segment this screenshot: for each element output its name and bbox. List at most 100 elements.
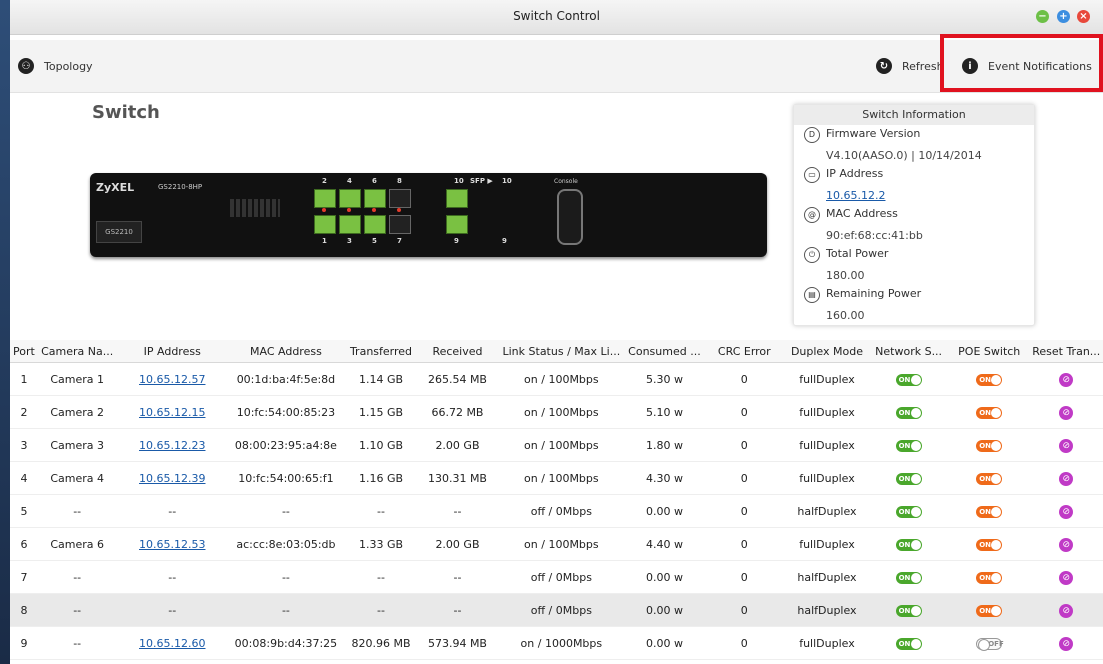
poe-toggle[interactable]: ON (976, 506, 1003, 518)
poe-toggle[interactable]: ON (976, 440, 1003, 452)
poe-toggle[interactable]: ON (976, 407, 1003, 419)
reset-transfer-icon[interactable]: ⊘ (1059, 405, 1074, 420)
ip-link[interactable]: 10.65.12.39 (139, 472, 205, 485)
ip-link[interactable]: 10.65.12.15 (139, 406, 205, 419)
ip-link[interactable]: 10.65.12.23 (139, 439, 205, 452)
column-header[interactable]: Consumed ... (625, 340, 703, 363)
cell-reset: ⊘ (1029, 527, 1103, 561)
table-row[interactable]: 1 Camera 1 10.65.12.57 00:1d:ba:4f:5e:8d 1.1… (10, 362, 1103, 396)
poe-toggle[interactable]: ON (976, 572, 1003, 584)
highlight-box (940, 34, 1103, 92)
column-header[interactable]: Transferred (343, 340, 419, 363)
reset-transfer-icon[interactable]: ⊘ (1059, 438, 1074, 453)
refresh-button[interactable]: ↻ Refresh (876, 58, 944, 74)
poe-toggle[interactable]: ON (976, 605, 1003, 617)
panel-port-3[interactable] (339, 215, 361, 234)
close-button[interactable]: × (1077, 10, 1090, 23)
reset-transfer-icon[interactable]: ⊘ (1059, 537, 1074, 552)
ip-value-link[interactable]: 10.65.12.2 (826, 189, 885, 202)
network-toggle[interactable]: ON (895, 506, 922, 518)
ip-link[interactable]: 10.65.12.53 (139, 538, 205, 551)
table-row[interactable]: 3 Camera 3 10.65.12.23 08:00:23:95:a4:8e 1.1… (10, 428, 1103, 462)
toggle-knob (991, 474, 1002, 484)
at-icon: @ (804, 207, 820, 223)
column-header[interactable]: Port (10, 340, 38, 363)
network-toggle[interactable]: ON (895, 539, 922, 551)
panel-port-8[interactable] (389, 189, 411, 208)
cell-transferred: -- (343, 560, 419, 594)
poe-toggle[interactable]: ON (976, 374, 1003, 386)
topology-button[interactable]: ⚇ Topology (18, 58, 93, 74)
panel-vent (230, 199, 280, 217)
network-toggle[interactable]: ON (895, 473, 922, 485)
ip-link[interactable]: 10.65.12.60 (139, 637, 205, 650)
column-header[interactable]: CRC Error (702, 340, 786, 363)
panel-port-1[interactable] (314, 215, 336, 234)
cell-received: 2.00 GB (418, 428, 497, 462)
column-header[interactable]: POE Switch (948, 340, 1030, 363)
panel-port-5[interactable] (364, 215, 386, 234)
reset-transfer-icon[interactable]: ⊘ (1059, 636, 1074, 651)
cell-camera: -- (37, 560, 117, 594)
ip-link[interactable]: 10.65.12.57 (139, 373, 205, 386)
reset-transfer-icon[interactable]: ⊘ (1059, 603, 1074, 618)
network-toggle[interactable]: ON (895, 407, 922, 419)
toggle-knob (910, 639, 921, 649)
cell-received: 1.11 GB (418, 659, 497, 664)
reset-transfer-icon[interactable]: ⊘ (1059, 504, 1074, 519)
total-power-value: 180.00 (826, 269, 865, 282)
column-header[interactable]: MAC Address (228, 340, 344, 363)
maximize-button[interactable]: + (1057, 10, 1070, 23)
table-row[interactable]: 2 Camera 2 10.65.12.15 10:fc:54:00:85:23 1.1… (10, 395, 1103, 429)
table-row[interactable]: 7 -- -- -- -- -- off / 0Mbps 0.00 w 0 halfDuplex O… (10, 560, 1103, 594)
toggle-text: OFF (988, 640, 1004, 648)
panel-port-2[interactable] (314, 189, 336, 208)
panel-port-7[interactable] (389, 215, 411, 234)
toggle-knob (910, 474, 921, 484)
reset-transfer-icon[interactable]: ⊘ (1059, 471, 1074, 486)
port-label-top: 10 (454, 177, 464, 185)
table-row[interactable]: 5 -- -- -- -- -- off / 0Mbps 0.00 w 0 halfDuplex O… (10, 494, 1103, 528)
table-row[interactable]: 8 -- -- -- -- -- off / 0Mbps 0.00 w 0 halfDuplex O… (10, 593, 1103, 627)
poe-toggle[interactable]: ON (976, 539, 1003, 551)
panel-port-9[interactable] (446, 215, 468, 234)
toggle-text: ON (898, 541, 911, 549)
column-header[interactable]: Duplex Mode (785, 340, 869, 363)
cell-camera: Camera 2 (37, 395, 117, 429)
column-header[interactable]: Camera Na... (37, 340, 117, 363)
cell-consumed: 0.00 w (625, 659, 703, 664)
toggle-knob (910, 441, 921, 451)
minimize-button[interactable]: − (1036, 10, 1049, 23)
column-header[interactable]: Network S... (868, 340, 949, 363)
poe-toggle[interactable]: OFF (976, 638, 1004, 651)
toggle-text: ON (979, 442, 992, 450)
column-header[interactable]: IP Address (116, 340, 229, 363)
column-header[interactable]: Reset Tran... (1029, 340, 1103, 363)
network-toggle[interactable]: ON (895, 638, 922, 650)
reset-transfer-icon[interactable]: ⊘ (1059, 372, 1074, 387)
cell-duplex: fullDuplex (785, 362, 869, 396)
cell-crc: 0 (702, 461, 786, 495)
panel-port-6[interactable] (364, 189, 386, 208)
panel-port-10[interactable] (446, 189, 468, 208)
table-row[interactable]: 10------1.13 GB1.11 GBon / 1000Mbps0.00 … (10, 659, 1103, 664)
toggle-text: ON (898, 475, 911, 483)
poe-toggle[interactable]: ON (976, 473, 1003, 485)
panel-port-4[interactable] (339, 189, 361, 208)
network-toggle[interactable]: ON (895, 605, 922, 617)
cell-poe-switch: ON (948, 560, 1030, 594)
network-toggle[interactable]: ON (895, 572, 922, 584)
column-header[interactable]: Received (418, 340, 497, 363)
network-toggle[interactable]: ON (895, 440, 922, 452)
cell-mac: 08:00:23:95:a4:8e (228, 428, 344, 462)
cell-link: off / 0Mbps (496, 494, 626, 528)
network-toggle[interactable]: ON (895, 374, 922, 386)
table-row[interactable]: 6 Camera 6 10.65.12.53 ac:cc:8e:03:05:db 1.3… (10, 527, 1103, 561)
column-header[interactable]: Link Status / Max Li... (496, 340, 626, 363)
table-row[interactable]: 4 Camera 4 10.65.12.39 10:fc:54:00:65:f1 1.1… (10, 461, 1103, 495)
cell-network-switch: ON (868, 560, 949, 594)
reset-transfer-icon[interactable]: ⊘ (1059, 570, 1074, 585)
cell-camera: -- (37, 626, 117, 660)
cell-ip: -- (116, 560, 229, 594)
table-row[interactable]: 9 -- 10.65.12.60 00:08:9b:d4:37:25 820.96 MB… (10, 626, 1103, 660)
